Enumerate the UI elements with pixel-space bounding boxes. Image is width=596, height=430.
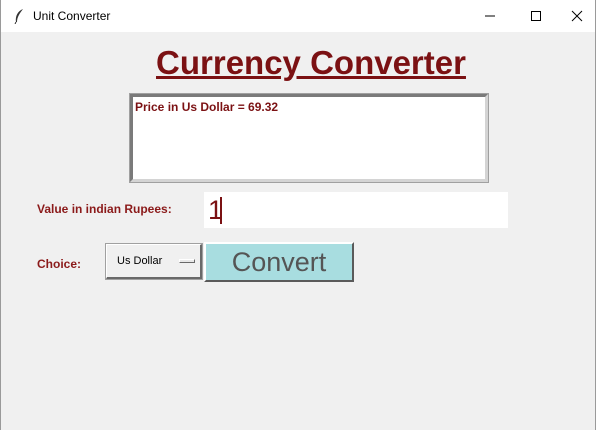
maximize-icon [531,11,541,21]
close-icon [571,10,583,22]
minimize-button[interactable] [467,0,513,32]
rupees-input[interactable] [204,192,508,228]
currency-choice-dropdown[interactable]: Us Dollar [105,243,203,280]
page-title: Currency Converter [156,44,466,81]
convert-button[interactable]: Convert [204,242,354,282]
result-text-area[interactable]: Price in Us Dollar = 69.32 [129,93,489,183]
minimize-icon [485,15,495,17]
rupees-label: Value in indian Rupees: [37,202,172,216]
option-menu-indicator-icon [179,259,195,263]
window-title: Unit Converter [33,9,111,23]
maximize-button[interactable] [513,0,559,32]
app-window: Unit Converter Currency Converter Price … [0,0,596,430]
choice-label: Choice: [37,257,82,271]
choice-selected-value: Us Dollar [117,255,163,267]
text-caret [220,197,222,224]
close-button[interactable] [557,0,595,32]
title-bar[interactable]: Unit Converter [1,0,595,32]
feather-icon [13,8,25,25]
result-text: Price in Us Dollar = 69.32 [135,100,279,114]
